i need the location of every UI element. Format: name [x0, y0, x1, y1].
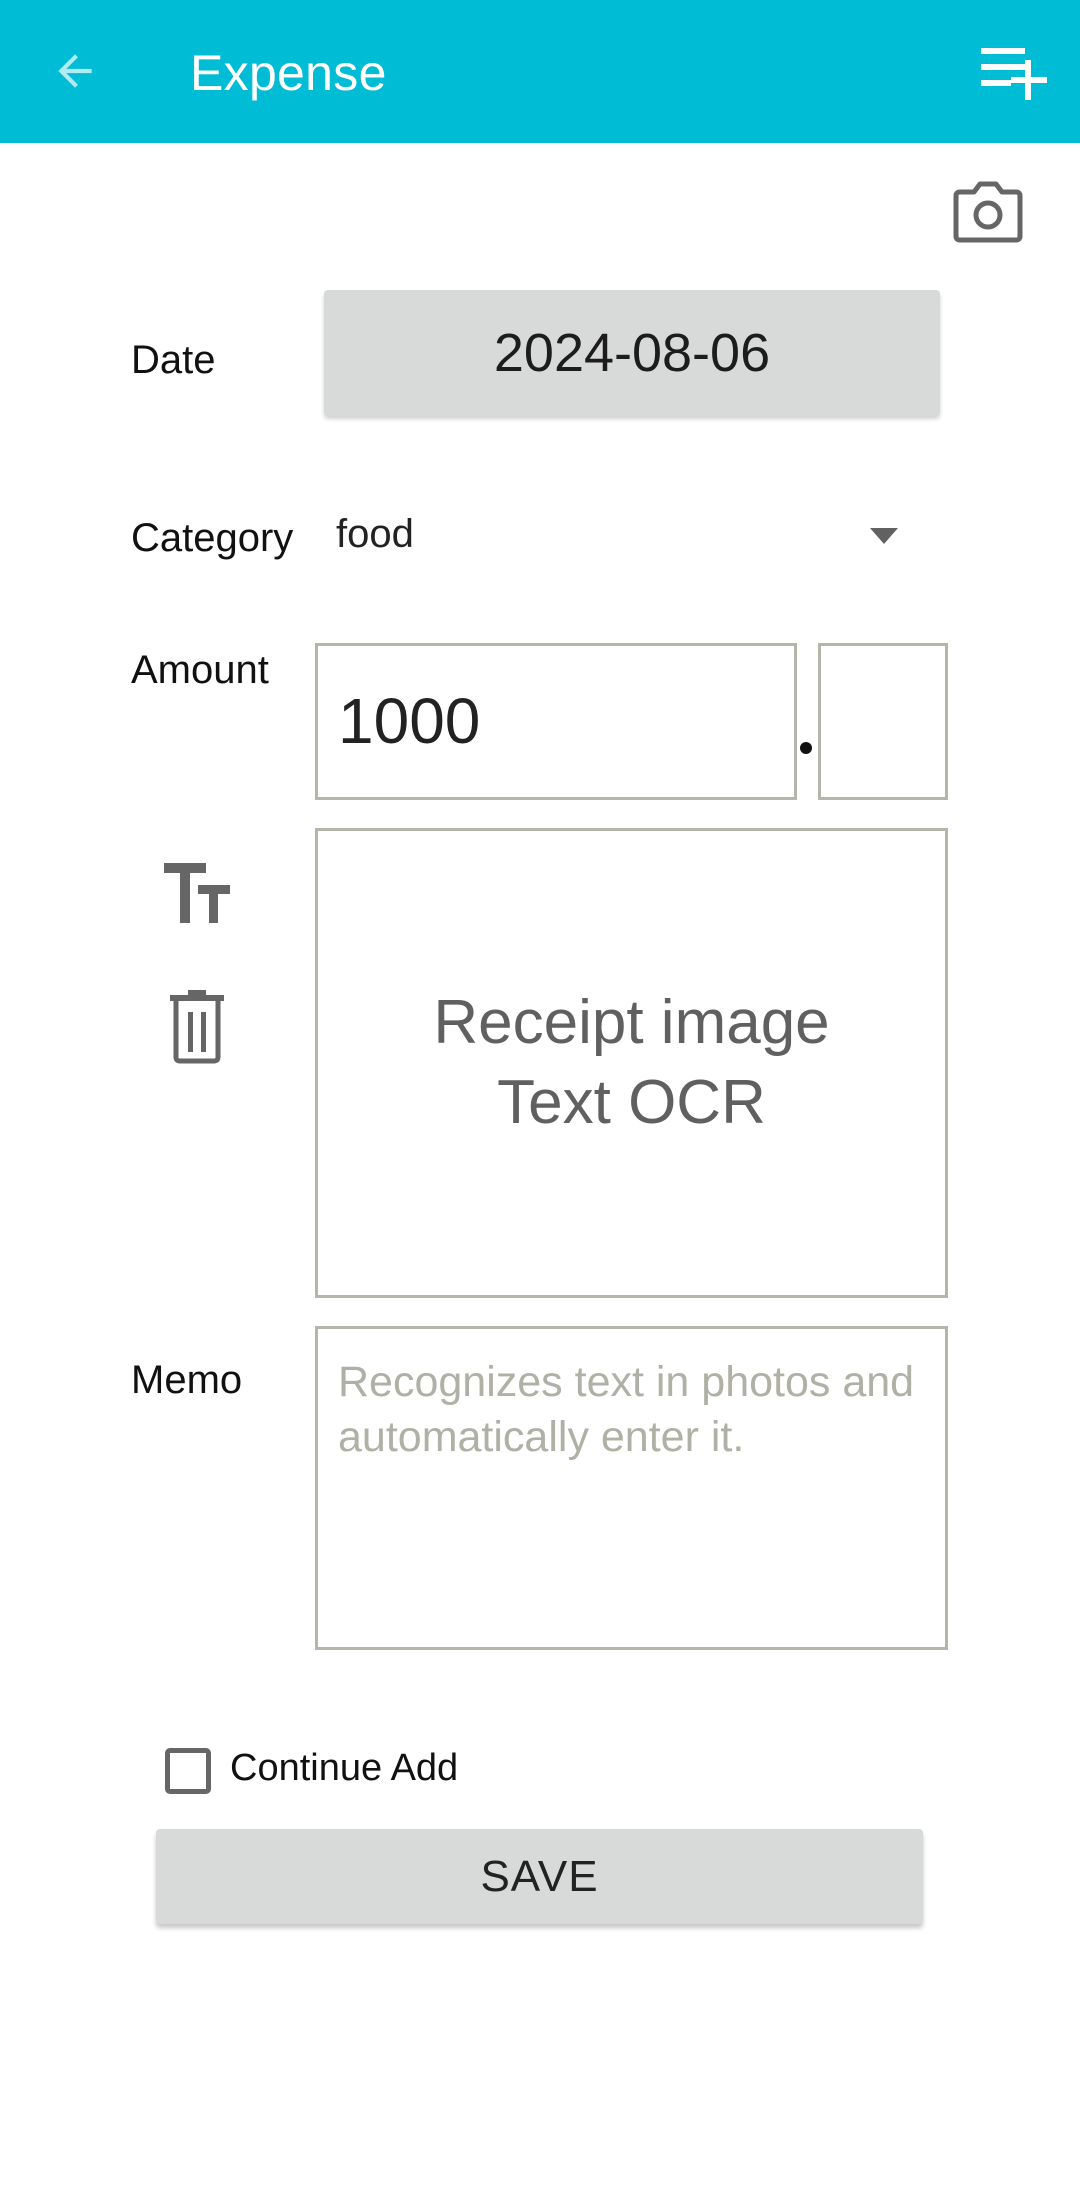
back-button[interactable] — [40, 36, 110, 106]
dropdown-arrow-icon — [870, 528, 898, 544]
camera-icon — [953, 181, 1023, 243]
add-list-button[interactable] — [975, 40, 1055, 110]
app-bar — [0, 0, 1080, 143]
category-label: Category — [131, 516, 294, 560]
page-title: Expense — [190, 45, 387, 101]
category-value: food — [336, 512, 414, 556]
amount-decimal-input[interactable] — [818, 643, 948, 800]
category-select[interactable] — [324, 495, 940, 585]
receipt-placeholder-line1: Receipt image — [433, 988, 830, 1057]
receipt-image-area[interactable]: Receipt image Text OCR — [315, 828, 948, 1298]
trash-icon — [170, 990, 224, 1064]
text-size-icon — [164, 863, 230, 923]
date-picker-button[interactable]: 2024-08-06 — [324, 290, 940, 416]
amount-integer-input[interactable]: 1000 — [315, 643, 797, 800]
memo-input[interactable]: Recognizes text in photos and automatica… — [315, 1326, 948, 1650]
memo-label: Memo — [131, 1358, 243, 1402]
continue-add-label[interactable]: Continue Add — [230, 1747, 458, 1790]
decimal-separator — [800, 742, 812, 754]
receipt-image-placeholder: Receipt image Text OCR — [433, 983, 829, 1143]
amount-label: Amount — [131, 648, 269, 692]
receipt-placeholder-line2: Text OCR — [497, 1068, 766, 1137]
save-button[interactable]: SAVE — [156, 1829, 923, 1924]
memo-placeholder: Recognizes text in photos and automatica… — [338, 1358, 915, 1461]
arrow-back-icon — [58, 54, 92, 88]
continue-add-checkbox[interactable] — [165, 1748, 211, 1794]
delete-image-button[interactable] — [160, 985, 236, 1065]
date-label: Date — [131, 338, 216, 382]
playlist-add-icon — [981, 48, 1047, 100]
text-ocr-button[interactable] — [158, 855, 238, 935]
camera-button[interactable] — [950, 176, 1026, 244]
